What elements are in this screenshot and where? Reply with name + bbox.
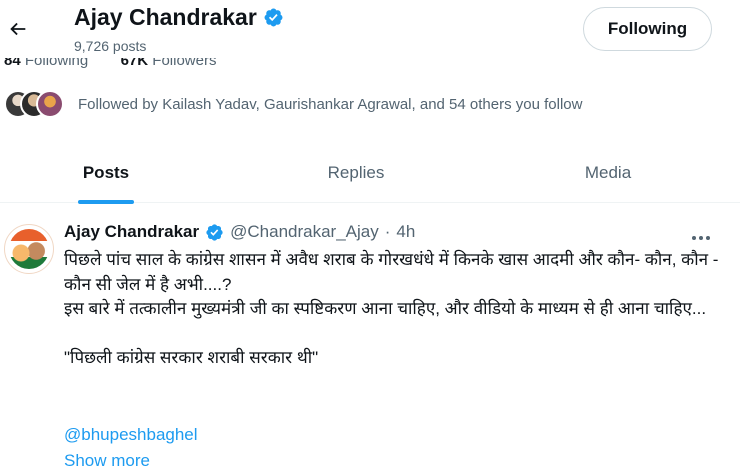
tab-posts-label: Posts: [82, 163, 130, 182]
post-timestamp[interactable]: 4h: [396, 222, 415, 242]
tab-replies[interactable]: Replies: [293, 143, 419, 203]
separator-dot: ·: [384, 222, 391, 241]
tab-replies-label: Replies: [327, 163, 385, 182]
post-header: Ajay Chandrakar @Chandrakar_Ajay · 4h: [64, 222, 415, 242]
following-button[interactable]: Following: [583, 7, 712, 51]
profile-header: Ajay Chandrakar 9,726 posts Following: [0, 0, 740, 58]
profile-name: Ajay Chandrakar: [74, 4, 257, 30]
tab-media-label: Media: [584, 163, 632, 182]
dot-icon: [706, 236, 710, 240]
profile-name-header: Ajay Chandrakar: [74, 4, 284, 31]
followed-by-row[interactable]: Followed by Kailash Yadav, Gaurishankar …: [0, 84, 582, 124]
dot-icon: [699, 236, 703, 240]
back-button[interactable]: [3, 14, 33, 44]
avatar-image: [9, 229, 49, 269]
post-text-line: पिछले पांच साल के कांग्रेस शासन में अवैध…: [64, 250, 724, 294]
verified-badge-icon: [264, 8, 283, 27]
tab-media[interactable]: Media: [545, 143, 671, 203]
active-tab-indicator: [78, 200, 134, 204]
profile-tabs: Posts Replies Media: [0, 143, 740, 204]
followed-by-text[interactable]: Followed by Kailash Yadav, Gaurishankar …: [78, 96, 582, 113]
more-options-button[interactable]: [686, 228, 716, 248]
post-text: पिछले पांच साल के कांग्रेस शासन में अवैध…: [64, 248, 730, 371]
post-author-handle[interactable]: @Chandrakar_Ajay: [230, 222, 379, 242]
mutual-followers-avatars: [0, 84, 72, 124]
post-text-quote: "पिछली कांग्रेस सरकार शराबी सरकार थी": [64, 348, 319, 367]
dot-icon: [692, 236, 696, 240]
avatar: [36, 90, 64, 118]
tab-posts[interactable]: Posts: [43, 143, 169, 204]
post-text-line: इस बारे में तत्कालीन मुख्यमंत्री जी का स…: [64, 299, 707, 318]
arrow-left-icon: [10, 22, 26, 36]
post-author-name[interactable]: Ajay Chandrakar: [64, 222, 199, 242]
show-more-link[interactable]: Show more: [64, 451, 150, 471]
mention-link[interactable]: @bhupeshbaghel: [64, 425, 198, 445]
post-text-spacer: ​: [64, 322, 730, 347]
posts-count: 9,726 posts: [74, 38, 147, 54]
avatar[interactable]: [4, 224, 54, 274]
post-item[interactable]: Ajay Chandrakar @Chandrakar_Ajay · 4h पि…: [0, 210, 740, 475]
verified-badge-icon: [206, 223, 223, 241]
